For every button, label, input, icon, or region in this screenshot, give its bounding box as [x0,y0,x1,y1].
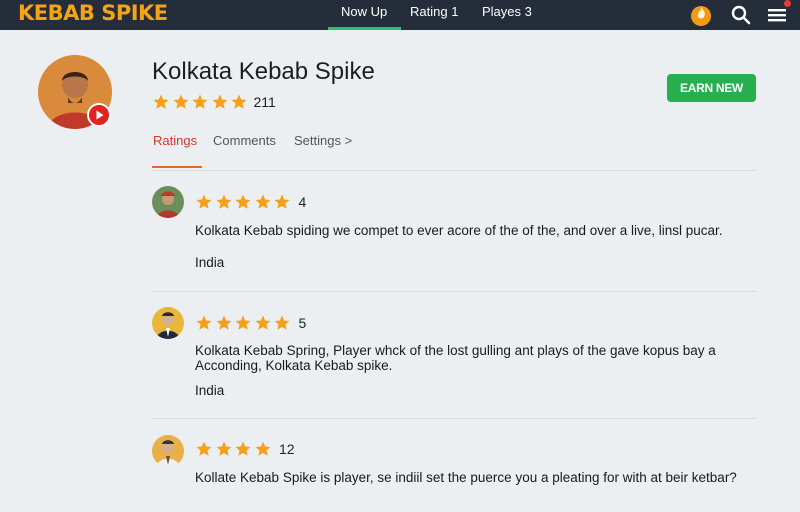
star-icon [196,315,212,330]
notification-dot [784,0,791,7]
star-icon [216,315,231,330]
tab-comments[interactable]: Comments [213,133,276,148]
star-icon [196,194,212,209]
search-icon[interactable] [730,0,752,30]
review-score: 5 [298,315,307,331]
star-icon [192,94,208,109]
review-score: 12 [279,441,295,457]
nav-active-indicator [328,27,401,30]
star-icon [235,441,251,456]
star-icon [231,94,247,109]
top-navbar: KEBAB SPIKE Now Up Rating 1 Playes 3 [0,0,800,30]
star-rating [195,440,273,458]
review-text: Kolkata Kebab Spring, Player whck of the… [195,343,716,373]
star-rating [195,314,293,332]
avatar[interactable] [152,435,184,467]
divider [152,170,756,171]
nav-tab-rating[interactable]: Rating 1 [410,4,458,19]
review-text: Kollate Kebab Spike is player, se indiil… [195,470,737,485]
review-rating: 4 [195,193,306,211]
avatar[interactable] [152,186,184,218]
star-rating [195,193,293,211]
tab-ratings[interactable]: Ratings [153,133,197,148]
star-icon [212,94,227,109]
profile-rating: 211 [152,93,276,111]
star-icon [255,194,270,209]
nav-tab-now-up[interactable]: Now Up [341,4,387,19]
fire-icon[interactable] [688,0,714,30]
tab-settings[interactable]: Settings > [294,133,352,148]
star-icon [255,441,270,456]
divider [152,418,756,419]
review-rating: 12 [195,440,295,458]
star-icon [255,315,270,330]
brand-logo[interactable]: KEBAB SPIKE [18,1,168,25]
star-icon [216,441,231,456]
avatar[interactable] [152,307,184,339]
divider [152,291,756,292]
star-icon [235,194,251,209]
play-icon[interactable] [87,103,111,127]
star-icon [274,315,290,330]
nav-tab-playes[interactable]: Playes 3 [482,4,532,19]
rating-count: 211 [253,94,276,110]
star-icon [235,315,251,330]
tab-active-indicator [152,166,202,168]
review-text: Kolkata Kebab spiding we compet to ever … [195,223,723,238]
page-title: Kolkata Kebab Spike [152,58,375,85]
review-rating: 5 [195,314,306,332]
earn-new-button[interactable]: EARN NEW [667,74,756,102]
review-score: 4 [298,194,307,210]
star-icon [153,94,169,109]
star-icon [216,194,231,209]
review-location: India [195,255,225,270]
star-icon [274,194,290,209]
star-icon [196,441,212,456]
star-icon [173,94,188,109]
review-location: India [195,383,225,398]
star-rating [152,93,250,111]
